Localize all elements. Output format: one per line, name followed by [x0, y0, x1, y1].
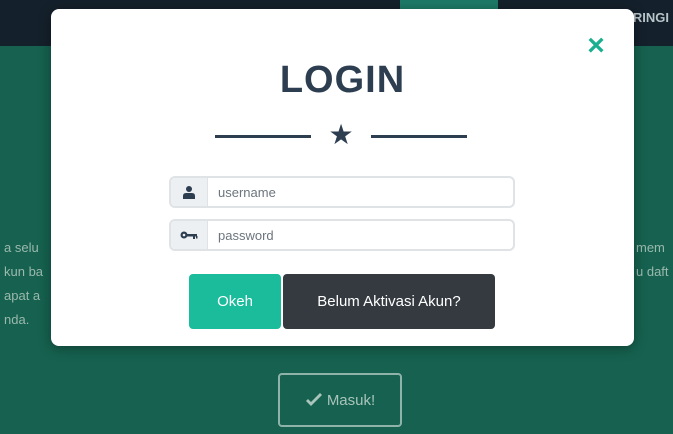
okeh-button[interactable]: Okeh: [189, 274, 281, 329]
bg-left-line: apat a: [4, 288, 41, 303]
masuk-button-label: Masuk!: [326, 391, 376, 409]
username-field: [169, 176, 515, 208]
title-divider: ★: [215, 119, 467, 152]
user-icon: [171, 178, 208, 206]
login-modal: × LOGIN ★ Okeh Belum Aktivasi Akun?: [51, 9, 634, 346]
bg-left-line: a selu: [4, 240, 39, 255]
close-icon[interactable]: ×: [583, 31, 609, 61]
password-field: [169, 219, 515, 251]
modal-title: LOGIN: [279, 59, 406, 101]
masuk-button[interactable]: Masuk!: [278, 373, 402, 427]
navbar-item-label[interactable]: RINGI: [633, 10, 669, 25]
bg-right-line: mem: [636, 240, 665, 255]
password-input[interactable]: [208, 221, 513, 249]
username-input[interactable]: [208, 178, 513, 206]
star-icon: ★: [328, 119, 354, 150]
divider-line-right: [371, 135, 467, 138]
background-text-right: mem u daft: [636, 236, 673, 284]
hand-icon: [305, 393, 322, 406]
bg-left-line: kun ba: [4, 264, 44, 279]
bg-right-line: u daft: [636, 264, 669, 279]
key-icon: [171, 221, 208, 249]
bg-left-line: nda.: [4, 312, 30, 327]
activation-button[interactable]: Belum Aktivasi Akun?: [283, 274, 495, 329]
background-text-left: a selu kun ba apat a nda.: [4, 236, 52, 332]
divider-line-left: [215, 135, 311, 138]
